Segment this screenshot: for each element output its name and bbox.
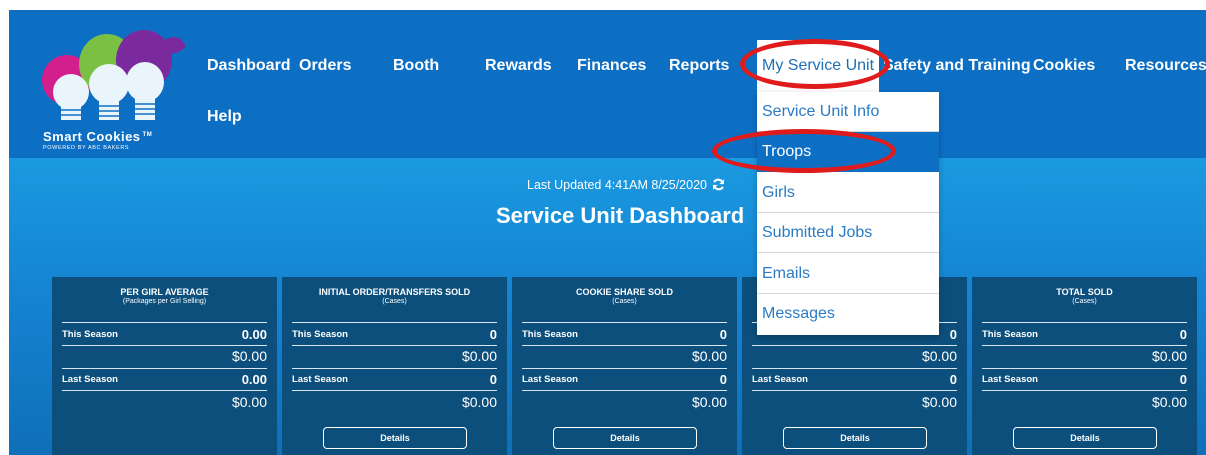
- this-season-value: 0: [489, 327, 497, 342]
- this-season-money: $0.00: [461, 348, 497, 364]
- this-season-value: 0: [949, 327, 957, 342]
- last-season-money: $0.00: [461, 394, 497, 410]
- divider: [522, 345, 727, 346]
- card-title: PER GIRL AVERAGE: [120, 287, 209, 297]
- divider: [982, 322, 1187, 323]
- details-button[interactable]: Details: [323, 427, 467, 449]
- divider: [62, 368, 267, 369]
- divider: [292, 390, 497, 391]
- nav-dashboard[interactable]: Dashboard: [207, 57, 291, 75]
- last-season-label: Last Season: [982, 374, 1038, 385]
- divider: [752, 368, 957, 369]
- divider: [982, 345, 1187, 346]
- divider: [62, 345, 267, 346]
- top-navigation-bar: Smart Cookies TM POWERED BY ABC BAKERS Da…: [9, 10, 1206, 158]
- details-button[interactable]: Details: [783, 427, 927, 449]
- logo-name: Smart Cookies TM: [43, 129, 153, 144]
- logo-graphic: [42, 30, 186, 120]
- divider: [752, 390, 957, 391]
- last-season-money: $0.00: [921, 394, 957, 410]
- last-updated: Last Updated 4:41AM 8/25/2020: [527, 178, 725, 192]
- nav-finances[interactable]: Finances: [577, 57, 646, 75]
- card-subtitle: (Cases): [612, 298, 637, 305]
- divider: [982, 390, 1187, 391]
- page-title: Service Unit Dashboard: [496, 203, 745, 228]
- last-season-label: Last Season: [752, 374, 808, 385]
- logo-tagline: POWERED BY ABC BAKERS: [43, 145, 130, 151]
- this-season-label: This Season: [522, 329, 578, 340]
- card-initial-order-transfers-sold: INITIAL ORDER/TRANSFERS SOLD (Cases) Thi…: [282, 277, 507, 455]
- card-cookie-share-sold: COOKIE SHARE SOLD (Cases) This Season 0 …: [512, 277, 737, 455]
- nav-help[interactable]: Help: [207, 108, 242, 126]
- card-subtitle: (Cases): [382, 298, 407, 305]
- divider: [292, 322, 497, 323]
- nav-orders[interactable]: Orders: [299, 57, 351, 75]
- last-season-label: Last Season: [62, 374, 118, 385]
- last-season-value: 0: [1179, 372, 1187, 387]
- this-season-value: 0: [1179, 327, 1187, 342]
- divider: [292, 345, 497, 346]
- divider: [522, 390, 727, 391]
- divider: [752, 345, 957, 346]
- this-season-label: This Season: [982, 329, 1038, 340]
- nav-booth[interactable]: Booth: [393, 57, 439, 75]
- last-season-value: 0: [719, 372, 727, 387]
- last-season-value: 0.00: [241, 372, 267, 387]
- this-season-money: $0.00: [921, 348, 957, 364]
- last-season-money: $0.00: [1151, 394, 1187, 410]
- last-season-label: Last Season: [292, 374, 348, 385]
- last-season-money: $0.00: [231, 394, 267, 410]
- divider: [62, 322, 267, 323]
- nav-safety-and-training[interactable]: Safety and Training: [883, 57, 1031, 75]
- menu-item-girls[interactable]: Girls: [757, 173, 939, 213]
- details-button[interactable]: Details: [553, 427, 697, 449]
- nav-resources[interactable]: Resources: [1125, 57, 1206, 75]
- details-button[interactable]: Details: [1013, 427, 1157, 449]
- last-season-money: $0.00: [691, 394, 727, 410]
- this-season-value: 0: [719, 327, 727, 342]
- last-season-value: 0: [949, 372, 957, 387]
- last-season-value: 0: [489, 372, 497, 387]
- card-total-sold: TOTAL SOLD (Cases) This Season 0 $0.00 L…: [972, 277, 1197, 455]
- card-title: TOTAL SOLD: [1056, 287, 1113, 297]
- card-title: INITIAL ORDER/TRANSFERS SOLD: [318, 287, 471, 297]
- nav-my-service-unit-label: My Service Unit: [762, 57, 875, 74]
- card-subtitle: (Packages per Girl Selling): [122, 298, 207, 305]
- menu-item-service-unit-info[interactable]: Service Unit Info: [757, 92, 939, 132]
- this-season-value: 0.00: [241, 327, 267, 342]
- smart-cookies-logo[interactable]: Smart Cookies TM POWERED BY ABC BAKERS: [29, 22, 189, 152]
- this-season-money: $0.00: [231, 348, 267, 364]
- last-season-label: Last Season: [522, 374, 578, 385]
- divider: [62, 390, 267, 391]
- divider: [982, 368, 1187, 369]
- menu-item-troops[interactable]: Troops: [757, 132, 939, 172]
- this-season-money: $0.00: [691, 348, 727, 364]
- menu-item-messages[interactable]: Messages: [757, 294, 939, 334]
- nav-reports[interactable]: Reports: [669, 57, 729, 75]
- divider: [292, 368, 497, 369]
- menu-item-emails[interactable]: Emails: [757, 254, 939, 294]
- refresh-icon[interactable]: [712, 178, 725, 191]
- this-season-money: $0.00: [1151, 348, 1187, 364]
- nav-cookies[interactable]: Cookies: [1033, 57, 1095, 75]
- service-unit-dropdown-menu: Service Unit Info Troops Girls Submitted…: [757, 92, 939, 335]
- app-frame: Smart Cookies TM POWERED BY ABC BAKERS Da…: [9, 10, 1206, 455]
- nav-rewards[interactable]: Rewards: [485, 57, 552, 75]
- card-per-girl-average: PER GIRL AVERAGE (Packages per Girl Sell…: [52, 277, 277, 455]
- card-title: COOKIE SHARE SOLD: [575, 287, 673, 297]
- divider: [522, 322, 727, 323]
- last-updated-text: Last Updated 4:41AM 8/25/2020: [527, 178, 707, 192]
- divider: [522, 368, 727, 369]
- nav-my-service-unit[interactable]: My Service Unit: [757, 40, 879, 92]
- this-season-label: This Season: [62, 329, 118, 340]
- card-subtitle: (Cases): [1072, 298, 1097, 305]
- this-season-label: This Season: [292, 329, 348, 340]
- menu-item-submitted-jobs[interactable]: Submitted Jobs: [757, 213, 939, 253]
